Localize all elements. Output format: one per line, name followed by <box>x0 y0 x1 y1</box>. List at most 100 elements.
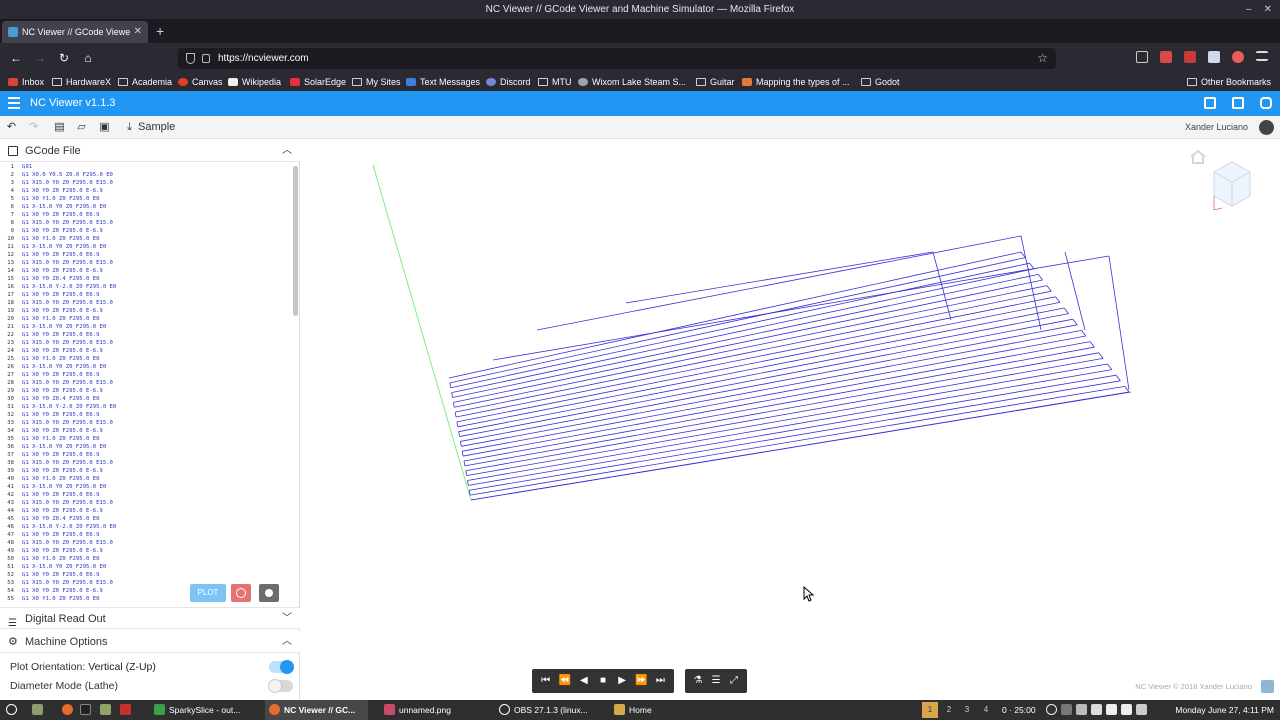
code-line[interactable]: 30 G1 X0 Y0 Z0.4 F295.0 E0 <box>0 395 300 403</box>
pomodoro-timer[interactable]: 0 · 25:00 <box>1002 700 1036 720</box>
user-avatar-icon[interactable] <box>1259 120 1274 135</box>
bookmark-text-messages[interactable]: Text Messages <box>406 76 480 88</box>
extension-icon-1[interactable] <box>1160 51 1172 63</box>
bookmark-academia[interactable]: Academia <box>118 76 172 88</box>
code-line[interactable]: 44 G1 X0 Y0 Z0 F295.0 E-6.9 <box>0 507 300 515</box>
code-line[interactable]: 53 G1 X15.0 Y0 Z0 F295.0 E15.0 <box>0 579 300 587</box>
taskbar-app-sparkyslice[interactable]: SparkySlice - out... <box>150 700 260 720</box>
network-icon[interactable] <box>1106 704 1117 715</box>
bookmark-hardwarex[interactable]: HardwareX <box>52 76 111 88</box>
browser-tab-ncviewer[interactable]: NC Viewer // GCode Viewe ✕ <box>2 21 148 43</box>
bookmark-wikipedia[interactable]: Wikipedia <box>228 76 281 88</box>
code-line[interactable]: 47 G1 X0 Y0 Z0 F295.0 E6.9 <box>0 531 300 539</box>
code-line[interactable]: 35 G1 X0 Y1.0 Z0 F295.0 E0 <box>0 435 300 443</box>
bookmark-my-sites[interactable]: My Sites <box>352 76 401 88</box>
bookmark-godot[interactable]: Godot <box>861 76 900 88</box>
code-line[interactable]: 1 G91 <box>0 163 300 171</box>
code-line[interactable]: 2 G1 X0.0 Y0.5 Z0.0 F295.0 E0 <box>0 171 300 179</box>
pdf-launcher-icon[interactable] <box>120 700 135 720</box>
code-line[interactable]: 45 G1 X0 Y0 Z0.4 F295.0 E0 <box>0 515 300 523</box>
code-line[interactable]: 8 G1 X15.0 Y0 Z0 F295.0 E15.0 <box>0 219 300 227</box>
workspace-2[interactable]: 2 <box>941 702 957 718</box>
dro-header[interactable]: ☰ Digital Read Out ﹀ <box>0 607 300 629</box>
battery-icon[interactable] <box>1061 704 1072 715</box>
code-line[interactable]: 33 G1 X15.0 Y0 Z0 F295.0 E15.0 <box>0 419 300 427</box>
bookmark-star-icon[interactable]: ☆ <box>1037 48 1048 69</box>
skip-to-start-icon[interactable]: ⏮ <box>539 675 553 687</box>
code-line[interactable]: 52 G1 X0 Y0 Z0 F295.0 E6.9 <box>0 571 300 579</box>
3d-viewport[interactable]: ⏮ ⏪ ◀ ■ ▶ ⏩ ⏭ ⚗ ☰ ⤢ NC Viewer © 2018 Xan… <box>301 140 1280 700</box>
machine-options-header[interactable]: ⚙ Machine Options ︿ <box>0 631 300 653</box>
start-menu-icon[interactable] <box>6 700 21 720</box>
code-line[interactable]: 10 G1 X0 Y1.0 Z0 F295.0 E0 <box>0 235 300 243</box>
view-cube-icon[interactable] <box>1210 158 1254 210</box>
save-icon[interactable]: ▣ <box>98 121 111 134</box>
bookmark-wixom[interactable]: Wixom Lake Steam S... <box>578 76 686 88</box>
play-icon[interactable]: ▶ <box>615 675 629 687</box>
expand-icon[interactable]: ⤢ <box>727 675 741 687</box>
gcode-file-header[interactable]: GCode File ︿ <box>0 140 300 162</box>
previous-icon[interactable]: ◀ <box>577 675 591 687</box>
display-icon[interactable] <box>1091 704 1102 715</box>
taskbar-app-ncviewer[interactable]: NC Viewer // GC... <box>265 700 368 720</box>
stop-button[interactable] <box>231 584 251 602</box>
flask-icon[interactable]: ⚗ <box>691 675 705 687</box>
code-line[interactable]: 31 G1 X-15.0 Y-2.0 Z0 F295.0 E0 <box>0 403 300 411</box>
gcode-editor[interactable]: 1 G91 2 G1 X0.0 Y0.5 Z0.0 F295.0 E0 3 G1 X15.… <box>0 163 300 605</box>
chevron-down-icon[interactable]: ﹀ <box>282 608 292 630</box>
bookmark-mapping[interactable]: Mapping the types of ... <box>742 76 850 88</box>
code-line[interactable]: 36 G1 X-15.0 Y0 Z0 F295.0 E0 <box>0 443 300 451</box>
workspace-1[interactable]: 1 <box>922 702 938 718</box>
minimize-icon[interactable]: – <box>1246 0 1252 19</box>
code-line[interactable]: 39 G1 X0 Y0 Z0 F295.0 E-6.9 <box>0 467 300 475</box>
chevron-up-icon[interactable]: ︿ <box>282 140 292 162</box>
code-line[interactable]: 12 G1 X0 Y0 Z0 F295.0 E6.9 <box>0 251 300 259</box>
extension-icon-4[interactable] <box>1232 51 1244 63</box>
redo-icon[interactable]: ↷ <box>27 121 40 134</box>
address-bar[interactable]: https://ncviewer.com ☆ <box>178 48 1056 69</box>
code-line[interactable]: 25 G1 X0 Y1.0 Z0 F295.0 E0 <box>0 355 300 363</box>
code-line[interactable]: 32 G1 X0 Y0 Z0 F295.0 E6.9 <box>0 411 300 419</box>
diameter-mode-toggle[interactable] <box>268 679 293 693</box>
new-tab-icon[interactable]: + <box>156 19 164 43</box>
toolpath-canvas[interactable] <box>301 140 1280 700</box>
code-line[interactable]: 11 G1 X-15.0 Y0 Z0 F295.0 E0 <box>0 243 300 251</box>
chevron-up-icon[interactable]: ︿ <box>282 631 292 653</box>
code-line[interactable]: 49 G1 X0 Y0 Z0 F295.0 E-6.9 <box>0 547 300 555</box>
code-line[interactable]: 28 G1 X15.0 Y0 Z0 F295.0 E15.0 <box>0 379 300 387</box>
calendar-icon[interactable] <box>1136 704 1147 715</box>
code-line[interactable]: 41 G1 X-15.0 Y0 Z0 F295.0 E0 <box>0 483 300 491</box>
extension-icon-2[interactable] <box>1184 51 1196 63</box>
back-icon[interactable]: ← <box>8 50 24 66</box>
url-text[interactable]: https://ncviewer.com <box>218 53 309 64</box>
app-menu-icon[interactable] <box>1256 51 1268 61</box>
code-line[interactable]: 17 G1 X0 Y0 Z0 F295.0 E6.9 <box>0 291 300 299</box>
code-line[interactable]: 13 G1 X15.0 Y0 Z0 F295.0 E15.0 <box>0 259 300 267</box>
workspace-3[interactable]: 3 <box>959 702 975 718</box>
shield-tray-icon[interactable] <box>1076 704 1087 715</box>
facebook-icon[interactable] <box>1232 97 1244 109</box>
taskbar-app-unnamed-png[interactable]: unnamed.png <box>380 700 490 720</box>
code-line[interactable]: 18 G1 X15.0 Y0 Z0 F295.0 E15.0 <box>0 299 300 307</box>
code-line[interactable]: 4 G1 X0 Y0 Z0 F295.0 E-6.9 <box>0 187 300 195</box>
plot-button[interactable]: PLOT <box>190 584 226 602</box>
bookmark-canvas[interactable]: Canvas <box>178 76 223 88</box>
step-back-icon[interactable]: ⏪ <box>558 675 572 687</box>
skip-to-end-icon[interactable]: ⏭ <box>653 675 667 687</box>
bookmark-inbox[interactable]: Inbox <box>8 76 44 88</box>
code-line[interactable]: 20 G1 X0 Y1.0 Z0 F295.0 E0 <box>0 315 300 323</box>
code-line[interactable]: 16 G1 X-15.0 Y-2.0 Z0 F295.0 E0 <box>0 283 300 291</box>
sliders-icon[interactable]: ☰ <box>709 675 723 687</box>
download-sample-icon[interactable]: ⤓ <box>123 121 136 134</box>
code-line[interactable]: 54 G1 X0 Y0 Z0 F295.0 E-6.9 <box>0 587 300 595</box>
forward-icon[interactable]: → <box>32 50 48 66</box>
code-line[interactable]: 9 G1 X0 Y0 Z0 F295.0 E-6.9 <box>0 227 300 235</box>
volume-icon[interactable] <box>1121 704 1132 715</box>
code-line[interactable]: 7 G1 X0 Y0 Z0 F295.0 E6.9 <box>0 211 300 219</box>
show-desktop-icon[interactable] <box>32 700 47 720</box>
code-line[interactable]: 23 G1 X15.0 Y0 Z0 F295.0 E15.0 <box>0 339 300 347</box>
code-line[interactable]: 14 G1 X0 Y0 Z0 F295.0 E-6.9 <box>0 267 300 275</box>
code-line[interactable]: 3 G1 X15.0 Y0 Z0 F295.0 E15.0 <box>0 179 300 187</box>
taskbar-app-home[interactable]: Home <box>610 700 670 720</box>
code-line[interactable]: 29 G1 X0 Y0 Z0 F295.0 E-6.9 <box>0 387 300 395</box>
